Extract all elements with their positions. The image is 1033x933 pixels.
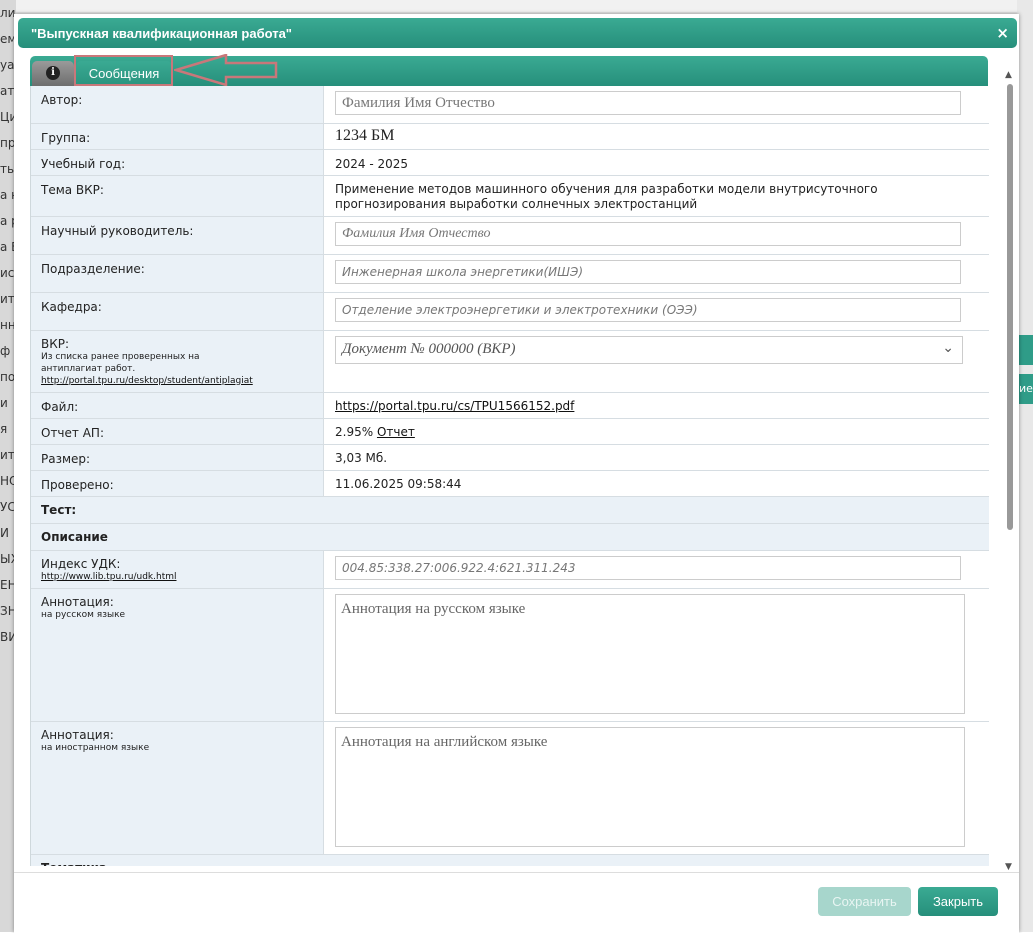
pointer-arrow-icon bbox=[174, 54, 278, 87]
year-value: 2024 - 2025 bbox=[335, 156, 409, 171]
department-input[interactable]: Отделение электроэнергетики и электротех… bbox=[335, 297, 961, 322]
close-button[interactable]: Закрыть bbox=[918, 887, 998, 916]
antiplagiat-link[interactable]: http://portal.tpu.ru/desktop/student/ant… bbox=[41, 376, 253, 386]
vkr-label: ВКР: bbox=[41, 336, 70, 351]
vkr-selected-value: Документ № 000000 (ВКР) bbox=[342, 340, 516, 357]
udk-link[interactable]: http://www.lib.tpu.ru/udk.html bbox=[41, 572, 177, 582]
group-value: 1234 БМ bbox=[335, 126, 395, 144]
close-icon[interactable]: × bbox=[996, 24, 1009, 42]
file-link[interactable]: https://portal.tpu.ru/cs/TPU1566152.pdf bbox=[335, 399, 574, 413]
background-teal-bar bbox=[1017, 335, 1033, 365]
scroll-down-icon[interactable]: ▼ bbox=[1005, 862, 1012, 872]
division-label: Подразделение: bbox=[31, 254, 324, 293]
vertical-scrollbar[interactable]: ▲ ▼ bbox=[1004, 70, 1016, 872]
scroll-up-icon[interactable]: ▲ bbox=[1005, 70, 1012, 80]
background-button: ие bbox=[1019, 374, 1033, 404]
udk-label: Индекс УДК: bbox=[41, 556, 121, 571]
division-input[interactable]: Инженерная школа энергетики(ИШЭ) bbox=[335, 259, 961, 284]
annotation-ru-label: Аннотация: bbox=[41, 594, 114, 609]
topic-value: Применение методов машинного обучения дл… bbox=[335, 181, 878, 211]
ap-percent: 2.95% bbox=[335, 424, 374, 439]
supervisor-label: Научный руководитель: bbox=[31, 216, 324, 255]
annotation-en-textarea[interactable]: Аннотация на английском языке bbox=[335, 726, 965, 847]
dialog-titlebar: "Выпускная квалификационная работа" × bbox=[18, 18, 1017, 48]
dialog-footer: Сохранить Закрыть bbox=[14, 872, 1019, 933]
vkr-select[interactable]: Документ № 000000 (ВКР) ⌄ bbox=[335, 335, 963, 364]
annotation-en-sub: на иностранном языке bbox=[41, 742, 150, 753]
author-field[interactable]: Фамилия Имя Отчество bbox=[335, 91, 961, 115]
checked-value: 11.06.2025 09:58:44 bbox=[335, 476, 462, 491]
annotation-en-label: Аннотация: bbox=[41, 727, 114, 742]
vkr-dialog: "Выпускная квалификационная работа" × i … bbox=[14, 14, 1019, 933]
ap-report-link[interactable]: Отчет bbox=[377, 425, 415, 439]
description-section-title: Описание bbox=[31, 523, 989, 551]
test-section-title: Тест: bbox=[31, 496, 989, 524]
thematic-section-title: Тематика bbox=[31, 854, 989, 866]
vkr-hint: Из списка ранее проверенных на антиплаги… bbox=[41, 351, 200, 374]
tab-info[interactable]: i bbox=[32, 61, 74, 86]
dialog-title: "Выпускная квалификационная работа" bbox=[31, 26, 292, 41]
file-label: Файл: bbox=[31, 392, 324, 419]
annotation-ru-sub: на русском языке bbox=[41, 609, 126, 620]
vkr-form: Автор: Фамилия Имя Отчество Группа: 1234… bbox=[31, 86, 989, 866]
year-label: Учебный год: bbox=[31, 149, 324, 176]
department-label: Кафедра: bbox=[31, 292, 324, 331]
author-label: Автор: bbox=[31, 86, 324, 124]
chevron-down-icon: ⌄ bbox=[942, 340, 954, 356]
save-button[interactable]: Сохранить bbox=[818, 887, 911, 916]
supervisor-input[interactable]: Фамилия Имя Отчество bbox=[335, 221, 961, 246]
ap-report-label: Отчет АП: bbox=[31, 418, 324, 445]
info-icon: i bbox=[46, 66, 60, 80]
topic-label: Тема ВКР: bbox=[31, 175, 324, 217]
browser-toolbar-strip bbox=[0, 0, 1033, 12]
group-label: Группа: bbox=[31, 123, 324, 150]
checked-label: Проверено: bbox=[31, 470, 324, 497]
annotation-ru-textarea[interactable]: Аннотация на русском языке bbox=[335, 593, 965, 714]
tab-messages[interactable]: Сообщения bbox=[76, 61, 172, 86]
scrollbar-thumb[interactable] bbox=[1007, 84, 1013, 530]
size-label: Размер: bbox=[31, 444, 324, 471]
udk-input[interactable]: 004.85:338.27:006.922.4:621.311.243 bbox=[335, 555, 961, 580]
form-scroll-area: Автор: Фамилия Имя Отчество Группа: 1234… bbox=[30, 86, 989, 866]
background-right-column: ие bbox=[1017, 0, 1033, 932]
size-value: 3,03 Мб. bbox=[335, 450, 388, 465]
